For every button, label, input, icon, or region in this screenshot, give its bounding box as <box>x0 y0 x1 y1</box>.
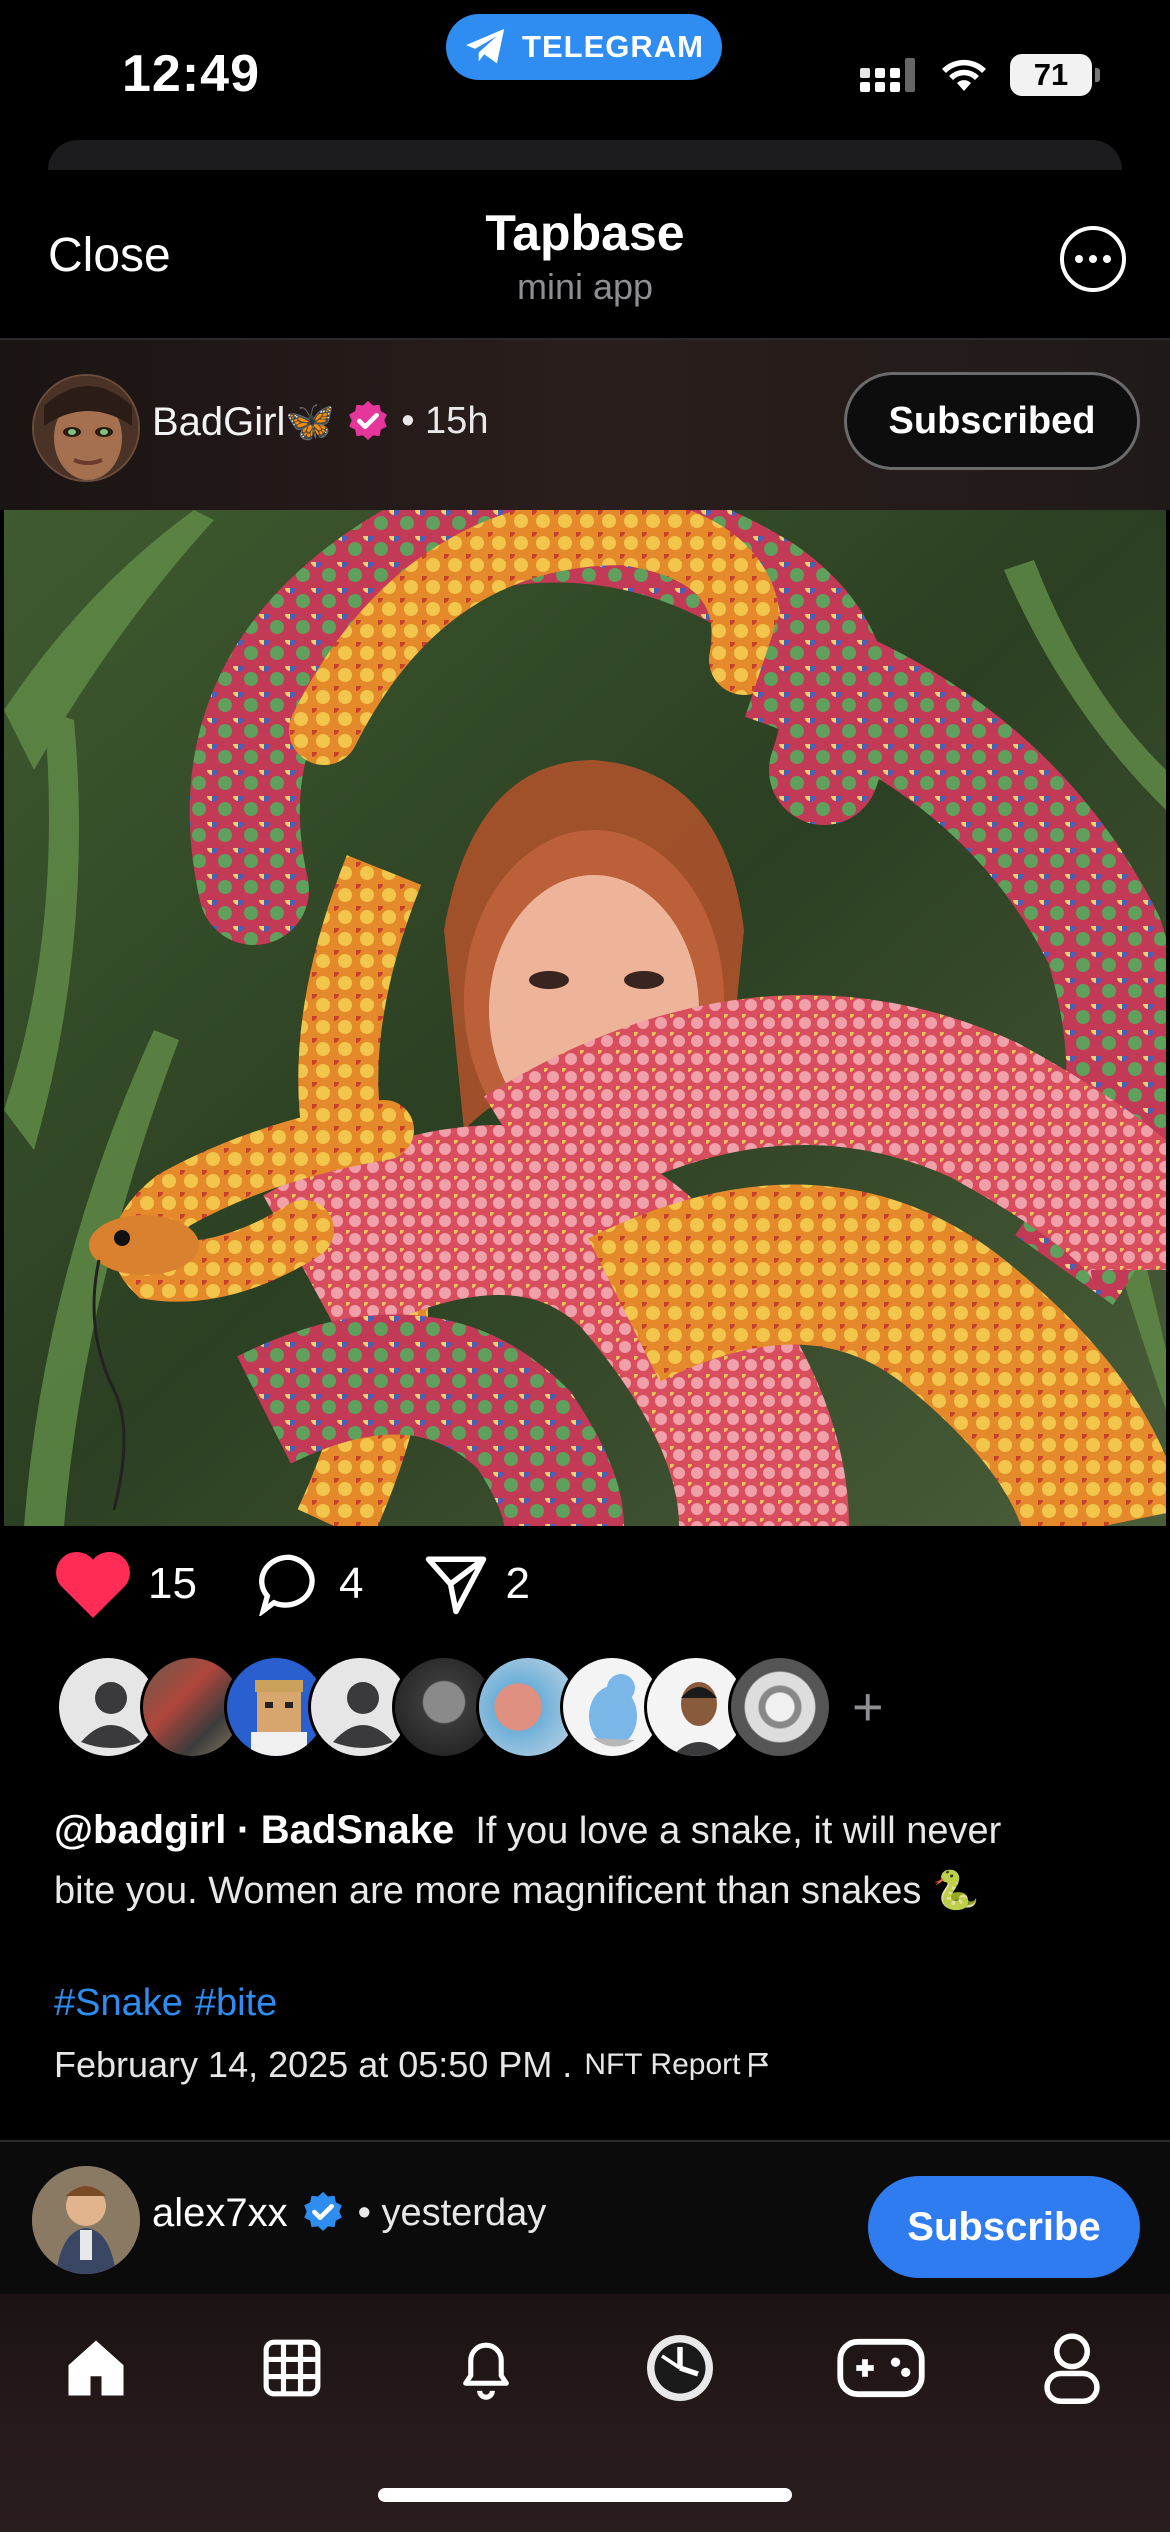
post-title: BadSnake <box>260 1808 455 1852</box>
more-options-button[interactable] <box>1060 226 1126 292</box>
tab-games[interactable] <box>836 2328 926 2408</box>
comment-icon <box>259 1554 315 1616</box>
caption-separator: · <box>236 1808 251 1852</box>
subscribed-button[interactable]: Subscribed <box>844 372 1140 470</box>
home-icon <box>68 2340 124 2396</box>
next-author-avatar[interactable] <box>32 2166 140 2274</box>
tab-home[interactable] <box>56 2328 136 2408</box>
post-caption: @badgirl · BadSnake If you love a snake,… <box>54 1800 1054 1921</box>
app-title: Tapbase <box>485 205 685 261</box>
hashtags: #Snake #bite <box>54 1982 289 2025</box>
miniapp-header: Close Tapbase mini app <box>0 170 1170 340</box>
nft-report-label: NFT Report <box>584 2048 741 2081</box>
send-icon <box>426 1556 487 1615</box>
post-actions: 15 4 2 <box>54 1548 590 1620</box>
post-author[interactable]: BadGirl🦋 • 15h <box>152 398 488 445</box>
clock-icon <box>647 2335 713 2401</box>
post-date-line: February 14, 2025 at 05:50 PM . NFT Repo… <box>54 2044 772 2086</box>
liked-by-avatars[interactable]: + <box>56 1654 884 1760</box>
next-post-author[interactable]: alex7xx • yesterday <box>152 2190 546 2236</box>
battery-indicator: 71 <box>1010 54 1100 96</box>
share-count: 2 <box>505 1559 530 1608</box>
clock-time: 12:49 <box>122 45 260 103</box>
app-subtitle: mini app <box>516 266 654 307</box>
like-count: 15 <box>148 1559 197 1608</box>
verified-badge-icon <box>303 2191 342 2232</box>
bell-icon <box>463 2342 509 2400</box>
next-post-time: • yesterday <box>357 2191 547 2234</box>
subscribe-button[interactable]: Subscribe <box>868 2176 1140 2278</box>
tab-profile[interactable] <box>1032 2328 1112 2408</box>
more-likers-plus[interactable]: + <box>852 1676 884 1738</box>
gamepad-icon <box>837 2338 925 2398</box>
next-post-header: alex7xx • yesterday Subscribe <box>0 2140 1170 2294</box>
telegram-pill[interactable]: TELEGRAM <box>446 14 722 80</box>
liker-avatar <box>728 1655 832 1759</box>
comment-count: 4 <box>338 1559 364 1608</box>
author-name: BadGirl🦋 <box>152 400 336 444</box>
home-indicator <box>378 2488 792 2502</box>
grid-icon <box>263 2339 321 2397</box>
heart-icon <box>56 1551 130 1618</box>
post-header: BadGirl🦋 • 15h Subscribed <box>0 340 1170 510</box>
status-bar: 12:49 TELEGRAM 71 <box>0 0 1170 140</box>
wifi-icon <box>942 59 986 91</box>
tab-notifications[interactable] <box>446 2328 526 2408</box>
telegram-label: TELEGRAM <box>522 29 704 64</box>
post-image[interactable] <box>4 510 1166 1526</box>
system-icons: 71 <box>860 54 1100 96</box>
flag-icon <box>749 2052 769 2077</box>
profile-icon <box>1044 2333 1100 2404</box>
comment-action[interactable]: 4 <box>257 1552 363 1616</box>
next-author-name: alex7xx <box>152 2190 288 2235</box>
post-time: • 15h <box>401 400 489 442</box>
post-handle[interactable]: @badgirl <box>54 1808 226 1852</box>
post-date: February 14, 2025 at 05:50 PM . <box>54 2044 573 2085</box>
author-avatar[interactable] <box>32 374 140 482</box>
hashtag-link[interactable]: #Snake <box>54 1982 183 2024</box>
signal-icon <box>860 58 915 92</box>
share-action[interactable]: 2 <box>423 1551 530 1617</box>
like-action[interactable]: 15 <box>54 1550 197 1618</box>
verified-badge-icon <box>349 400 387 440</box>
tab-activity[interactable] <box>640 2328 720 2408</box>
tab-grid[interactable] <box>252 2328 332 2408</box>
telegram-icon <box>466 28 505 64</box>
nft-report-link[interactable]: NFT Report <box>584 2048 772 2082</box>
hashtag-link[interactable]: #bite <box>195 1982 277 2024</box>
